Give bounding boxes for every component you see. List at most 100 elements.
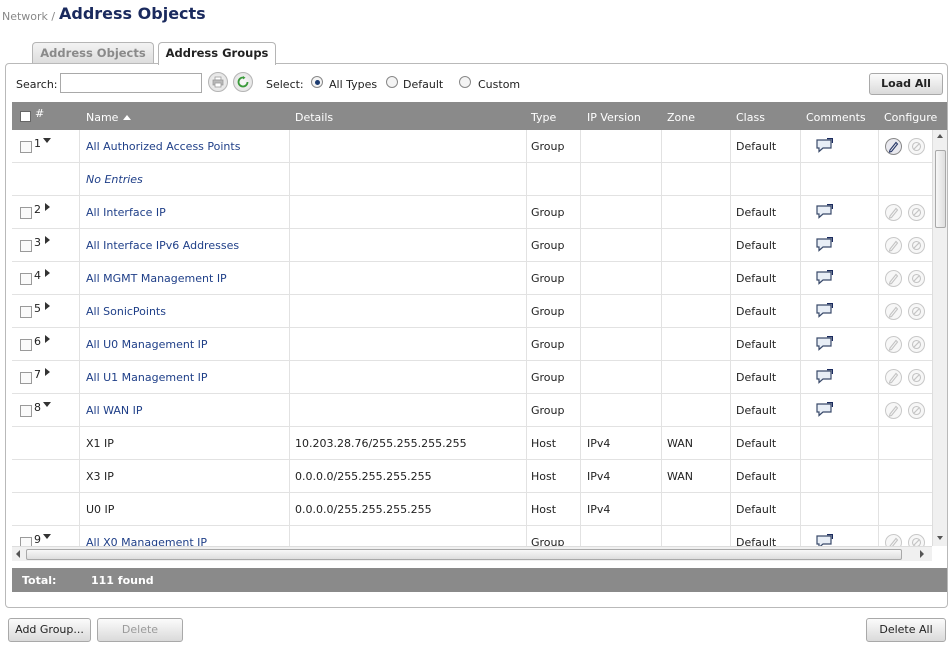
- table-row[interactable]: 6 All U0 Management IP Group Default: [12, 328, 932, 361]
- comment-icon[interactable]: [815, 369, 833, 384]
- tab-address-groups[interactable]: Address Groups: [158, 42, 276, 65]
- delete-icon[interactable]: [908, 204, 925, 221]
- table-row[interactable]: 8 All WAN IP Group Default: [12, 394, 932, 427]
- row-checkbox[interactable]: [20, 207, 32, 219]
- collapse-icon[interactable]: [43, 534, 51, 539]
- row-name[interactable]: All X0 Management IP: [86, 526, 207, 546]
- scroll-left-icon[interactable]: [16, 550, 20, 558]
- expand-icon[interactable]: [45, 368, 50, 376]
- refresh-button[interactable]: [233, 72, 253, 92]
- vertical-scrollbar[interactable]: [932, 130, 947, 546]
- delete-icon[interactable]: [908, 138, 925, 155]
- total-bar: Total: 111 found: [12, 568, 947, 592]
- comment-icon[interactable]: [815, 138, 833, 153]
- row-checkbox[interactable]: [20, 141, 32, 153]
- edit-icon[interactable]: [885, 303, 902, 320]
- expand-icon[interactable]: [45, 236, 50, 244]
- delete-icon[interactable]: [908, 270, 925, 287]
- select-all-checkbox[interactable]: [20, 111, 31, 122]
- row-name[interactable]: All Interface IP: [86, 196, 166, 229]
- delete-icon[interactable]: [908, 534, 925, 546]
- row-name[interactable]: All U1 Management IP: [86, 361, 208, 394]
- delete-button[interactable]: Delete: [97, 618, 183, 642]
- delete-icon[interactable]: [908, 237, 925, 254]
- table-row[interactable]: 3 All Interface IPv6 Addresses Group Defaul…: [12, 229, 932, 262]
- horizontal-scroll-thumb[interactable]: [26, 549, 902, 560]
- child-row[interactable]: U0 IP 0.0.0.0/255.255.255.255 Host IPv4 Defa…: [12, 493, 932, 526]
- radio-all-types[interactable]: [311, 76, 323, 88]
- vertical-scroll-thumb[interactable]: [935, 150, 946, 228]
- print-button[interactable]: [208, 72, 228, 92]
- load-all-button[interactable]: Load All: [869, 73, 943, 95]
- delete-icon[interactable]: [908, 336, 925, 353]
- delete-all-button[interactable]: Delete All: [866, 618, 946, 642]
- edit-icon[interactable]: [885, 402, 902, 419]
- expand-icon[interactable]: [45, 335, 50, 343]
- row-name[interactable]: All MGMT Management IP: [86, 262, 227, 295]
- comment-icon[interactable]: [815, 237, 833, 252]
- scroll-right-icon[interactable]: [920, 550, 924, 558]
- row-name[interactable]: All Authorized Access Points: [86, 130, 240, 163]
- table-row[interactable]: 4 All MGMT Management IP Group Default: [12, 262, 932, 295]
- radio-default[interactable]: [386, 76, 398, 88]
- col-header-details[interactable]: Details: [295, 111, 333, 124]
- table-row[interactable]: 7 All U1 Management IP Group Default: [12, 361, 932, 394]
- col-header-type[interactable]: Type: [531, 111, 556, 124]
- row-checkbox[interactable]: [20, 273, 32, 285]
- edit-icon[interactable]: [885, 336, 902, 353]
- row-checkbox[interactable]: [20, 372, 32, 384]
- radio-default-label[interactable]: Default: [403, 78, 443, 91]
- edit-icon[interactable]: [885, 204, 902, 221]
- horizontal-scrollbar[interactable]: [12, 546, 932, 561]
- comment-icon[interactable]: [815, 534, 833, 546]
- comment-icon[interactable]: [815, 204, 833, 219]
- delete-icon[interactable]: [908, 303, 925, 320]
- expand-icon[interactable]: [45, 302, 50, 310]
- edit-icon[interactable]: [885, 270, 902, 287]
- table-row[interactable]: 2 All Interface IP Group Default: [12, 196, 932, 229]
- comment-icon[interactable]: [815, 303, 833, 318]
- collapse-icon[interactable]: [43, 402, 51, 407]
- row-name[interactable]: All Interface IPv6 Addresses: [86, 229, 239, 262]
- collapse-icon[interactable]: [43, 138, 51, 143]
- row-checkbox[interactable]: [20, 339, 32, 351]
- comment-icon[interactable]: [815, 336, 833, 351]
- edit-icon[interactable]: [885, 534, 902, 546]
- radio-custom-label[interactable]: Custom: [478, 78, 520, 91]
- row-name[interactable]: All SonicPoints: [86, 295, 166, 328]
- search-input[interactable]: [60, 73, 202, 93]
- delete-icon[interactable]: [908, 369, 925, 386]
- row-checkbox[interactable]: [20, 537, 32, 546]
- table-row[interactable]: 9 All X0 Management IP Group Default: [12, 526, 932, 546]
- col-header-ip-version[interactable]: IP Version: [587, 111, 641, 124]
- edit-icon[interactable]: [885, 138, 902, 155]
- radio-all-types-label[interactable]: All Types: [329, 78, 377, 91]
- comment-icon[interactable]: [815, 270, 833, 285]
- table-row[interactable]: 5 All SonicPoints Group Default: [12, 295, 932, 328]
- radio-custom[interactable]: [459, 76, 471, 88]
- child-row[interactable]: X3 IP 0.0.0.0/255.255.255.255 Host IPv4 WAN D…: [12, 460, 932, 493]
- breadcrumb[interactable]: Network /: [2, 10, 55, 23]
- col-header-class[interactable]: Class: [736, 111, 765, 124]
- delete-icon[interactable]: [908, 402, 925, 419]
- col-header-name[interactable]: Name: [86, 111, 118, 124]
- scroll-up-icon[interactable]: [937, 134, 943, 138]
- page-title: Address Objects: [59, 4, 206, 23]
- add-group-button[interactable]: Add Group...: [8, 618, 91, 642]
- row-name[interactable]: All U0 Management IP: [86, 328, 208, 361]
- comment-icon[interactable]: [815, 402, 833, 417]
- expand-icon[interactable]: [45, 269, 50, 277]
- empty-row[interactable]: No Entries: [12, 163, 932, 196]
- child-row[interactable]: X1 IP 10.203.28.76/255.255.255.255 Host IPv…: [12, 427, 932, 460]
- row-checkbox[interactable]: [20, 405, 32, 417]
- table-row[interactable]: 1 All Authorized Access Points Group Defaul…: [12, 130, 932, 163]
- scroll-down-icon[interactable]: [937, 536, 943, 540]
- tab-address-objects[interactable]: Address Objects: [32, 42, 154, 64]
- row-checkbox[interactable]: [20, 240, 32, 252]
- edit-icon[interactable]: [885, 369, 902, 386]
- row-name[interactable]: All WAN IP: [86, 394, 143, 427]
- edit-icon[interactable]: [885, 237, 902, 254]
- expand-icon[interactable]: [45, 203, 50, 211]
- col-header-zone[interactable]: Zone: [667, 111, 695, 124]
- row-checkbox[interactable]: [20, 306, 32, 318]
